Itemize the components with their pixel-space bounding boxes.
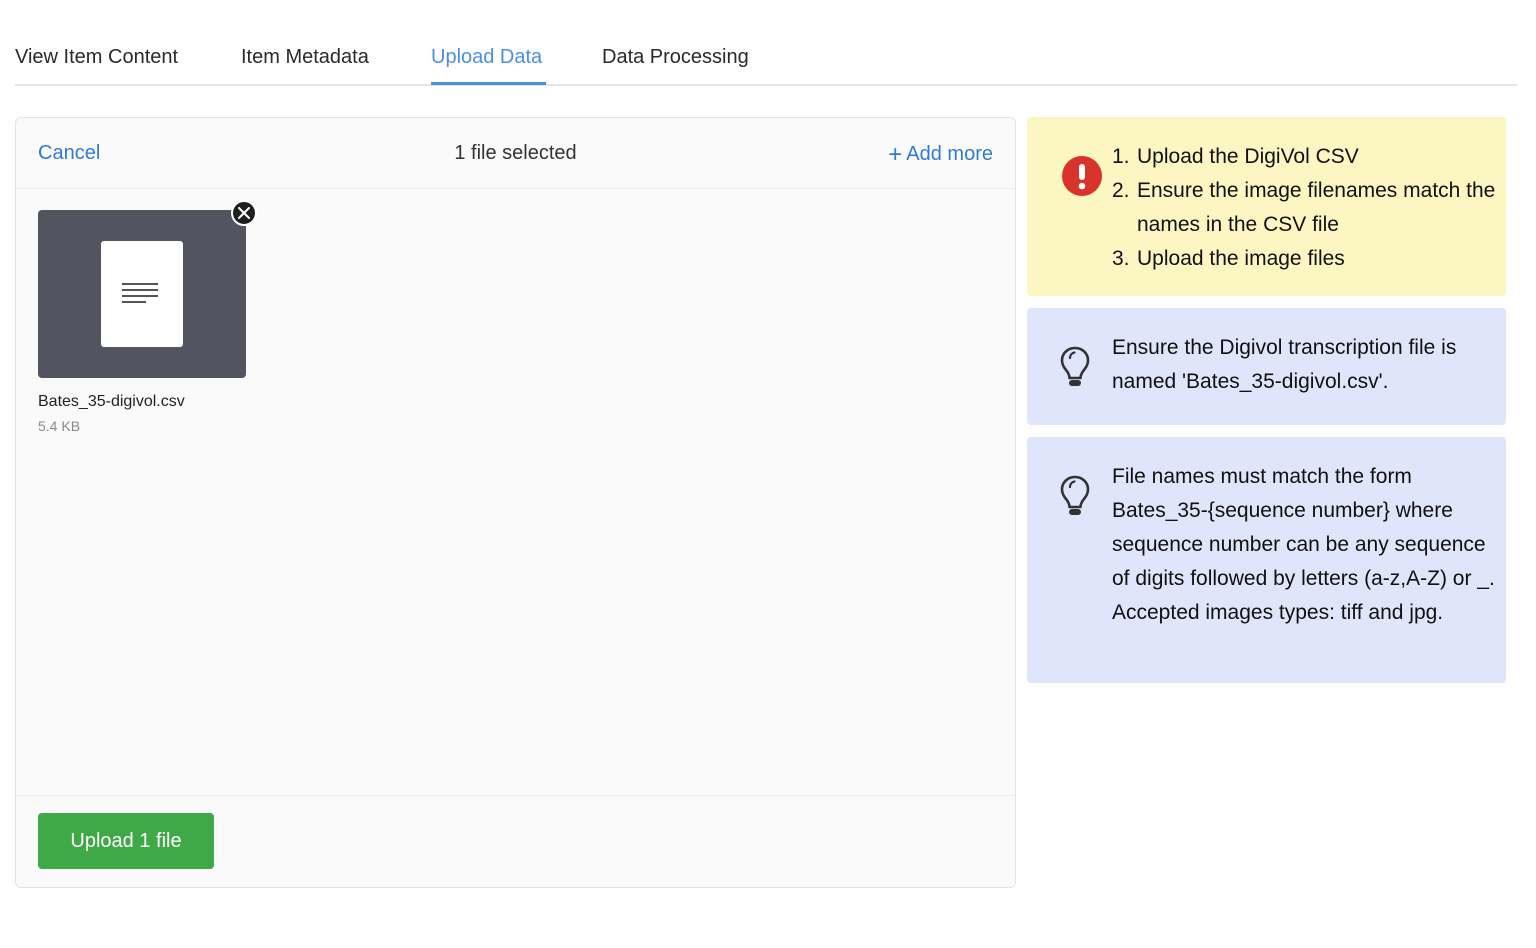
warning-note: 1. Upload the DigiVol CSV 2. Ensure the im… xyxy=(1027,117,1506,296)
file-item: Bates_35-digivol.csv 5.4 KB xyxy=(38,200,257,434)
tab-view-item-content[interactable]: View Item Content xyxy=(15,46,178,69)
tip-note: File names must match the form Bates_35-… xyxy=(1027,437,1506,683)
tab-upload-data[interactable]: Upload Data xyxy=(431,46,542,69)
file-uploader: 1 file selected Cancel + Add more Bates_3… xyxy=(15,117,1016,888)
tip-text: File names must match the form Bates_35-… xyxy=(1112,460,1496,630)
tab-data-processing[interactable]: Data Processing xyxy=(602,46,749,69)
lightbulb-icon xyxy=(1060,475,1090,515)
tip-note: Ensure the Digivol transcription file is… xyxy=(1027,308,1506,425)
accepted-types: Accepted images types: tiff and jpg. xyxy=(1112,601,1444,624)
exclamation-icon xyxy=(1062,156,1102,196)
lightbulb-icon xyxy=(1060,346,1090,386)
tab-bar: View Item Content Item Metadata Upload D… xyxy=(15,0,1517,86)
uploader-footer: Upload 1 file xyxy=(16,795,1015,887)
file-name-rule: File names must match the form Bates_35-… xyxy=(1112,465,1495,590)
close-icon xyxy=(238,207,250,219)
cancel-button[interactable]: Cancel xyxy=(38,142,100,165)
step-item: 1. Upload the DigiVol CSV xyxy=(1112,145,1359,168)
step-item: 2. Ensure the image filenames match the n… xyxy=(1112,179,1496,236)
add-more-button[interactable]: + Add more xyxy=(888,141,993,169)
file-size: 5.4 KB xyxy=(38,418,81,434)
files-selected-status: 1 file selected xyxy=(454,142,577,164)
remove-file-button[interactable] xyxy=(231,200,257,226)
plus-icon: + xyxy=(888,141,903,168)
document-icon xyxy=(101,241,183,347)
uploader-header: 1 file selected Cancel + Add more xyxy=(16,118,1015,189)
active-tab-indicator xyxy=(431,82,546,85)
file-thumbnail xyxy=(38,200,257,378)
step-item: 3. Upload the image files xyxy=(1112,247,1345,270)
file-name: Bates_35-digivol.csv xyxy=(38,393,185,410)
warning-steps: 1. Upload the DigiVol CSV 2. Ensure the im… xyxy=(1112,140,1496,276)
upload-button[interactable]: Upload 1 file xyxy=(38,813,214,869)
tab-item-metadata[interactable]: Item Metadata xyxy=(241,46,369,69)
add-more-label: Add more xyxy=(906,143,993,165)
tip-text: Ensure the Digivol transcription file is… xyxy=(1112,336,1457,393)
